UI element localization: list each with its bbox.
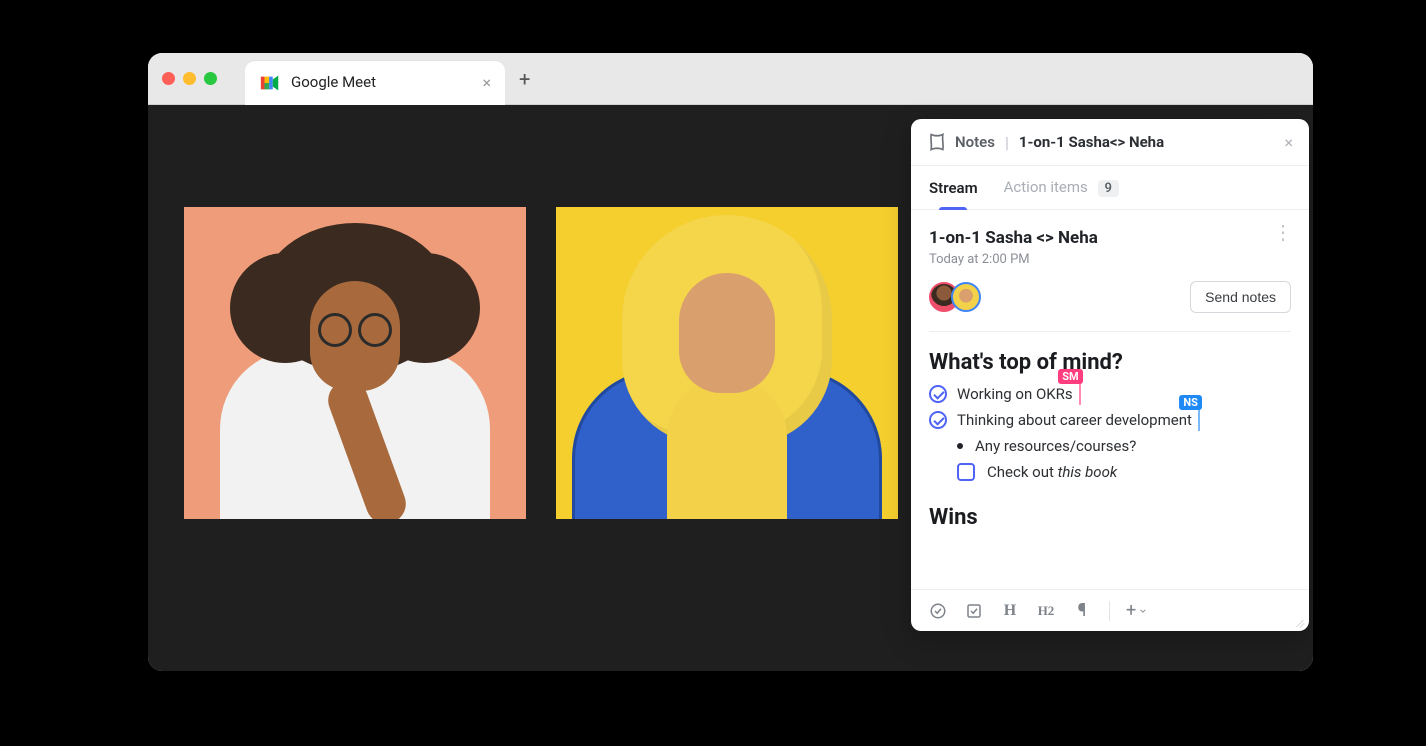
toolbar-checkbox-button[interactable] xyxy=(963,600,985,622)
toolbar-heading-button[interactable]: H xyxy=(999,600,1021,622)
check-circle-icon[interactable] xyxy=(929,411,947,429)
panel-brand-label: Notes xyxy=(955,133,995,151)
toolbar-check-circle-button[interactable] xyxy=(927,600,949,622)
new-tab-button[interactable]: + xyxy=(519,67,530,91)
panel-meeting-name: 1-on-1 Sasha<> Neha xyxy=(1019,133,1164,151)
bullet-icon xyxy=(957,443,963,449)
send-notes-button[interactable]: Send notes xyxy=(1190,281,1291,313)
tab-close-button[interactable]: × xyxy=(482,73,491,92)
talking-point-item[interactable]: Thinking about career development NS xyxy=(929,411,1291,429)
todo-item[interactable]: Check out this book xyxy=(957,463,1291,481)
window-close-button[interactable] xyxy=(162,72,175,85)
notes-panel: Notes | 1-on-1 Sasha<> Neha × Stream Act… xyxy=(911,119,1309,631)
bullet-item[interactable]: Any resources/courses? xyxy=(957,437,1291,455)
toolbar-insert-button[interactable]: + xyxy=(1126,600,1148,622)
talking-point-text: Working on OKRs xyxy=(957,385,1073,403)
attendee-avatars xyxy=(929,282,981,312)
google-meet-icon xyxy=(259,72,281,94)
panel-body: 1-on-1 Sasha <> Neha Today at 2:00 PM ⋮ … xyxy=(911,210,1309,589)
todo-text-italic: this book xyxy=(1058,463,1118,481)
browser-tab[interactable]: Google Meet × xyxy=(245,61,505,105)
panel-tabs: Stream Action items 9 xyxy=(911,166,1309,210)
todo-text-prefix: Check out xyxy=(987,463,1058,481)
panel-close-button[interactable]: × xyxy=(1284,133,1293,152)
bullet-text: Any resources/courses? xyxy=(975,437,1136,455)
tab-action-items[interactable]: Action items 9 xyxy=(1004,178,1119,209)
resize-handle[interactable] xyxy=(1293,615,1305,627)
collaborator-tag: NS xyxy=(1179,395,1202,410)
window-controls xyxy=(162,72,217,85)
stream-meeting-time: Today at 2:00 PM xyxy=(929,252,1098,267)
participant-tile[interactable] xyxy=(184,207,526,519)
check-circle-icon[interactable] xyxy=(929,385,947,403)
browser-tabbar: Google Meet × + xyxy=(148,53,1313,105)
participant-video xyxy=(556,207,898,519)
toolbar-heading2-button[interactable]: H2 xyxy=(1035,600,1057,622)
notes-heading: What's top of mind? xyxy=(929,350,1291,375)
notes-heading: Wins xyxy=(929,505,1291,530)
window-minimize-button[interactable] xyxy=(183,72,196,85)
talking-point-text: Thinking about career development xyxy=(957,411,1192,429)
avatar[interactable] xyxy=(951,282,981,312)
meet-viewport: Notes | 1-on-1 Sasha<> Neha × Stream Act… xyxy=(148,105,1313,671)
panel-header: Notes | 1-on-1 Sasha<> Neha × xyxy=(911,119,1309,166)
tab-stream[interactable]: Stream xyxy=(929,179,978,209)
toolbar-paragraph-button[interactable]: ¶ xyxy=(1071,600,1093,622)
todo-text: Check out this book xyxy=(987,463,1117,481)
participant-tile[interactable] xyxy=(556,207,898,519)
editor-toolbar: H H2 ¶ + xyxy=(911,589,1309,631)
browser-tab-title: Google Meet xyxy=(291,74,376,91)
window-maximize-button[interactable] xyxy=(204,72,217,85)
fellow-icon xyxy=(927,132,947,152)
checkbox-icon[interactable] xyxy=(957,463,975,481)
toolbar-separator xyxy=(1109,601,1110,621)
stream-more-button[interactable]: ⋮ xyxy=(1273,228,1291,236)
stream-meeting-title: 1-on-1 Sasha <> Neha xyxy=(929,228,1098,248)
chevron-down-icon xyxy=(1138,606,1148,616)
action-items-count-badge: 9 xyxy=(1098,180,1119,197)
talking-point-item[interactable]: Working on OKRs SM xyxy=(929,385,1291,403)
tab-action-items-label: Action items xyxy=(1004,178,1088,196)
collaborator-tag: SM xyxy=(1058,369,1082,384)
participant-video xyxy=(184,207,526,519)
browser-window: Google Meet × + xyxy=(148,53,1313,671)
divider: | xyxy=(1005,133,1009,152)
video-grid xyxy=(184,207,898,519)
